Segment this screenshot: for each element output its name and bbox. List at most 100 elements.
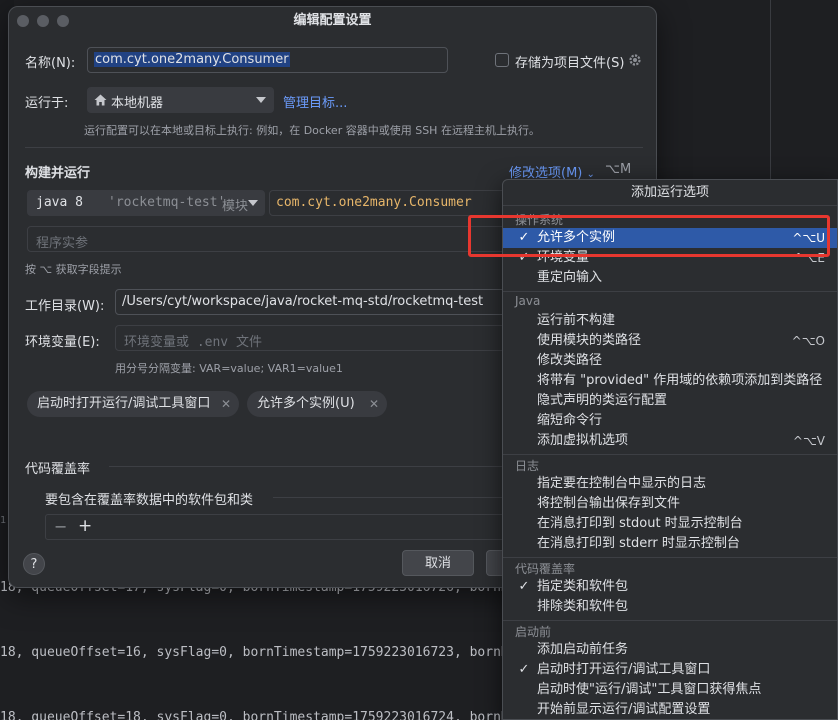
store-as-file-label: 存储为项目文件(S)	[515, 56, 625, 71]
chevron-down-icon	[248, 200, 258, 206]
highlight-annotation	[468, 215, 830, 257]
module-value: 'rocketmq-test'	[108, 195, 226, 210]
main-class-value: com.cyt.one2many.Consumer	[276, 195, 472, 210]
gear-icon[interactable]	[628, 53, 642, 67]
option-label: 启动时使"运行/调试"工具窗口获得焦点	[537, 682, 762, 697]
chip-open-run-debug-window[interactable]: 启动时打开运行/调试工具窗口 ✕	[27, 391, 239, 417]
option-label: 将带有 "provided" 作用域的依赖项添加到类路径	[537, 373, 823, 388]
option-modify-classpath[interactable]: 修改类路径	[503, 351, 837, 371]
separator	[503, 557, 837, 558]
group-coverage: 代码覆盖率	[515, 562, 576, 576]
jdk-value: java 8	[36, 195, 83, 210]
option-label: 隐式声明的类运行配置	[537, 393, 668, 408]
run-on-value: 本地机器	[111, 96, 164, 111]
add-run-options-popup: 添加运行选项 操作系统 ✓ 允许多个实例 ^⌥U ✓ 环境变量 ^⌥E 重定向输…	[502, 179, 838, 720]
option-specify-logs[interactable]: 指定要在控制台中显示的日志	[503, 474, 837, 494]
separator	[25, 147, 643, 148]
separator	[503, 454, 837, 455]
workdir-value: /Users/cyt/workspace/java/rocket-mq-std/…	[122, 294, 484, 309]
manage-targets-link[interactable]: 管理目标...	[283, 92, 347, 111]
build-run-section-title: 构建并运行	[25, 166, 91, 181]
module-suffix: 模块	[222, 199, 249, 214]
option-label: 在消息打印到 stdout 时显示控制台	[537, 516, 743, 531]
close-icon[interactable]: ✕	[369, 391, 379, 417]
option-label: 将控制台输出保存到文件	[537, 496, 681, 511]
env-field[interactable]: 环境变量或 .env 文件	[115, 325, 509, 351]
option-label: 指定要在控制台中显示的日志	[537, 476, 707, 491]
store-as-file-checkbox[interactable]	[495, 53, 509, 67]
option-save-console[interactable]: 将控制台输出保存到文件	[503, 494, 837, 514]
modify-options-shortcut: ⌥M	[605, 162, 632, 177]
minimize-window-button[interactable]	[37, 15, 49, 27]
separator	[503, 291, 837, 292]
coverage-include-label: 要包含在覆盖率数据中的软件包和类	[45, 493, 254, 508]
option-redirect-input[interactable]: 重定向输入	[503, 268, 837, 288]
chip-allow-multiple-instances[interactable]: 允许多个实例(U) ✕	[247, 391, 387, 417]
console-line: 18, queueOffset=16, sysFlag=0, bornTimes…	[0, 645, 509, 660]
console-line: 18, queueOffset=18, sysFlag=0, bornTimes…	[0, 710, 509, 720]
field-hint: 按 ⌥ 获取字段提示	[25, 263, 122, 276]
option-label: 修改类路径	[537, 353, 603, 368]
option-shorten-cmd[interactable]: 缩短命令行	[503, 411, 837, 431]
option-vm-options[interactable]: 添加虚拟机选项 ^⌥V	[503, 431, 837, 451]
option-exclude-classes[interactable]: 排除类和软件包	[503, 597, 837, 617]
group-java: Java	[515, 294, 541, 308]
zoom-window-button[interactable]	[57, 15, 69, 27]
option-show-stderr[interactable]: 在消息打印到 stderr 时显示控制台	[503, 534, 837, 554]
help-button[interactable]: ?	[23, 553, 45, 575]
remove-icon[interactable]: −	[54, 517, 67, 536]
check-icon: ✓	[518, 662, 530, 677]
option-label: 在消息打印到 stderr 时显示控制台	[537, 536, 740, 551]
cancel-button[interactable]: 取消	[402, 550, 474, 576]
check-icon: ✓	[518, 579, 530, 594]
option-label: 运行前不构建	[537, 313, 616, 328]
option-label: 使用模块的类路径	[537, 333, 642, 348]
option-show-stdout[interactable]: 在消息打印到 stdout 时显示控制台	[503, 514, 837, 534]
option-no-build[interactable]: 运行前不构建	[503, 311, 837, 331]
option-focus-run-window[interactable]: 启动时使"运行/调试"工具窗口获得焦点	[503, 680, 837, 700]
name-label: 名称(N):	[25, 56, 76, 71]
separator	[503, 620, 837, 621]
option-shortcut: ^⌥O	[791, 334, 825, 348]
program-args-field[interactable]: 程序实参	[27, 226, 509, 252]
option-label: 缩短命令行	[537, 413, 603, 428]
option-open-run-window[interactable]: ✓ 启动时打开运行/调试工具窗口	[503, 660, 837, 680]
add-icon[interactable]: +	[78, 516, 92, 536]
workdir-field[interactable]: /Users/cyt/workspace/java/rocket-mq-std/…	[115, 289, 509, 315]
separator	[109, 466, 509, 467]
group-before-launch: 启动前	[515, 625, 552, 639]
separator	[273, 497, 509, 498]
home-icon	[94, 94, 107, 106]
close-window-button[interactable]	[17, 15, 29, 27]
option-label: 添加启动前任务	[537, 642, 629, 657]
line-fragment: 1	[0, 515, 7, 526]
popup-title: 添加运行选项	[503, 180, 837, 206]
jdk-module-select[interactable]: java 8 'rocketmq-test' 模块	[27, 190, 265, 216]
chip-label: 启动时打开运行/调试工具窗口	[37, 396, 211, 411]
option-show-settings[interactable]: 开始前显示运行/调试配置设置	[503, 700, 837, 719]
option-label: 重定向输入	[537, 270, 603, 285]
option-specify-classes[interactable]: ✓ 指定类和软件包	[503, 577, 837, 597]
chevron-down-icon	[256, 97, 266, 103]
run-on-label: 运行于:	[25, 96, 69, 111]
coverage-toolbar: − +	[45, 514, 509, 540]
workdir-label: 工作目录(W):	[25, 299, 105, 314]
coverage-section-title: 代码覆盖率	[25, 462, 91, 477]
option-label: 排除类和软件包	[537, 599, 629, 614]
option-provided-deps[interactable]: 将带有 "provided" 作用域的依赖项添加到类路径	[503, 371, 837, 391]
group-logs: 日志	[515, 459, 540, 473]
close-icon[interactable]: ✕	[221, 391, 231, 417]
option-label: 开始前显示运行/调试配置设置	[537, 702, 711, 717]
dialog-title: 编辑配置设置	[293, 13, 372, 28]
option-implicit-class[interactable]: 隐式声明的类运行配置	[503, 391, 837, 411]
option-label: 指定类和软件包	[537, 579, 629, 594]
name-field[interactable]: com.cyt.one2many.Consumer	[87, 47, 448, 73]
main-class-field[interactable]: com.cyt.one2many.Consumer	[269, 190, 509, 216]
env-label: 环境变量(E):	[25, 335, 100, 350]
run-on-hint: 运行配置可以在本地或目标上执行: 例如，在 Docker 容器中或使用 SSH …	[84, 124, 540, 137]
option-label: 添加虚拟机选项	[537, 433, 629, 448]
option-add-before-task[interactable]: 添加启动前任务	[503, 640, 837, 660]
option-label: 启动时打开运行/调试工具窗口	[537, 662, 711, 677]
run-on-select[interactable]: 本地机器	[87, 87, 274, 113]
option-module-classpath[interactable]: 使用模块的类路径 ^⌥O	[503, 331, 837, 351]
